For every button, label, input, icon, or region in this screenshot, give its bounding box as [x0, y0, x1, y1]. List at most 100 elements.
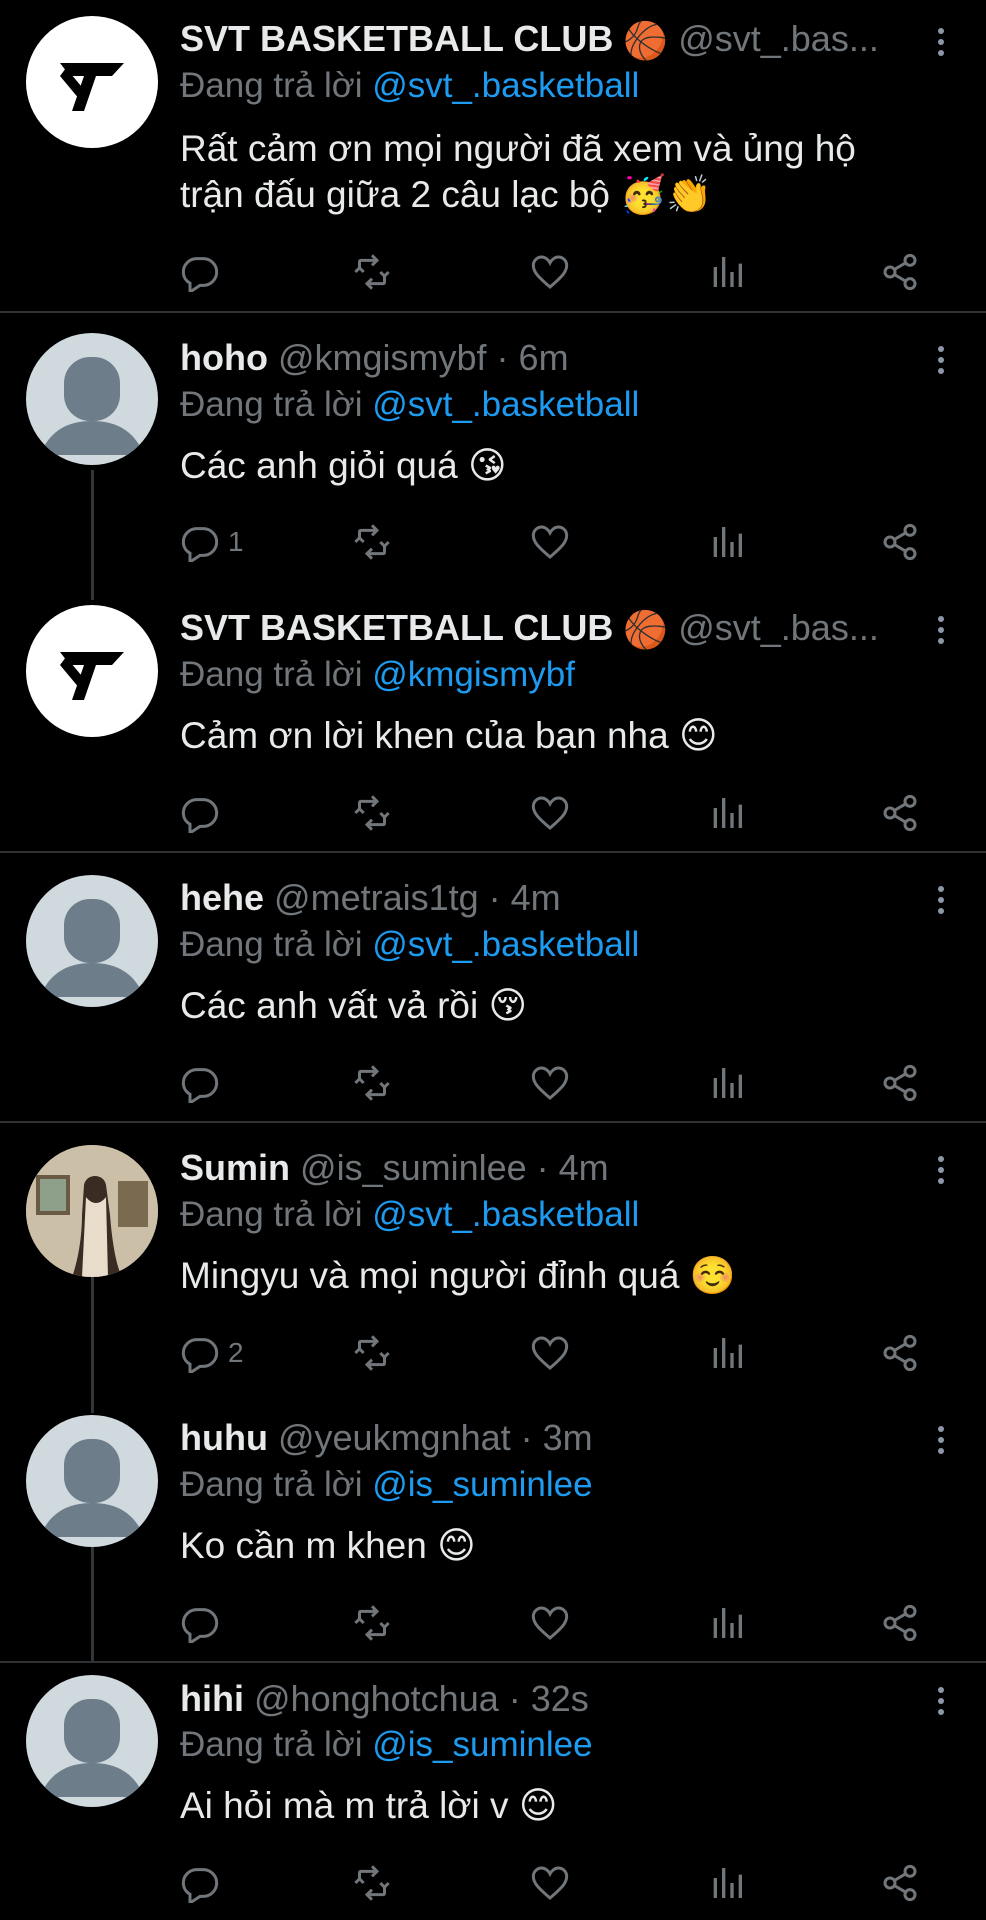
avatar[interactable] — [26, 605, 158, 737]
mention-link[interactable]: @is_suminlee — [372, 1465, 592, 1504]
views-button[interactable] — [707, 1331, 747, 1375]
tweet[interactable]: SVT BASKETBALL CLUB 🏀 @svt_.bas... Đang … — [0, 583, 986, 851]
mention-link[interactable]: @svt_.basketball — [372, 925, 639, 964]
share-button[interactable] — [880, 520, 920, 564]
more-options-icon[interactable] — [936, 886, 946, 920]
reply-button[interactable] — [180, 791, 228, 835]
display-name[interactable]: hihi — [180, 1678, 244, 1719]
handle[interactable]: @kmgismybf · 6m — [278, 337, 569, 378]
views-button[interactable] — [707, 1601, 747, 1645]
share-button[interactable] — [880, 1331, 920, 1375]
reply-count: 1 — [228, 526, 244, 557]
mention-link[interactable]: @is_suminlee — [372, 1725, 592, 1764]
retweet-button[interactable] — [352, 1061, 392, 1105]
reply-button[interactable]: 2 — [180, 1331, 244, 1375]
views-button[interactable] — [707, 791, 747, 835]
tweet[interactable]: hoho @kmgismybf · 6m Đang trả lời @svt_.… — [0, 313, 986, 600]
share-button[interactable] — [880, 1601, 920, 1645]
mention-link[interactable]: @svt_.basketball — [372, 66, 639, 105]
tweet[interactable]: SVT BASKETBALL CLUB 🏀 @svt_.bas... Đang … — [0, 0, 986, 310]
like-button[interactable] — [530, 250, 570, 294]
avatar[interactable] — [26, 333, 158, 465]
handle[interactable]: @yeukmgnhat · 3m — [278, 1417, 593, 1458]
tweet[interactable]: Sumin @is_suminlee · 4m Đang trả lời @sv… — [0, 1123, 986, 1413]
like-button[interactable] — [530, 1601, 570, 1645]
avatar[interactable] — [26, 1145, 158, 1277]
display-name[interactable]: Sumin — [180, 1147, 290, 1188]
tweet[interactable]: hihi @honghotchua · 32s Đang trả lời @is… — [0, 1663, 986, 1920]
share-button[interactable] — [880, 250, 920, 294]
views-button[interactable] — [707, 520, 747, 564]
like-icon — [531, 255, 569, 289]
retweet-button[interactable] — [352, 1331, 392, 1375]
handle[interactable]: @svt_.bas... — [678, 18, 879, 59]
display-name[interactable]: SVT BASKETBALL CLUB — [180, 18, 613, 59]
more-options-icon[interactable] — [936, 616, 946, 650]
reply-icon — [181, 1868, 219, 1903]
handle[interactable]: @is_suminlee · 4m — [300, 1147, 609, 1188]
share-button[interactable] — [880, 1861, 920, 1905]
like-icon — [531, 1336, 569, 1370]
handle[interactable]: @metrais1tg · 4m — [274, 877, 561, 918]
reply-button[interactable] — [180, 1061, 228, 1105]
mention-link[interactable]: @svt_.basketball — [372, 385, 639, 424]
reply-icon — [181, 1068, 219, 1103]
views-button[interactable] — [707, 250, 747, 294]
avatar[interactable] — [26, 875, 158, 1007]
retweet-button[interactable] — [352, 1601, 392, 1645]
more-options-icon[interactable] — [936, 346, 946, 380]
action-bar — [180, 1061, 940, 1105]
views-button[interactable] — [707, 1861, 747, 1905]
like-button[interactable] — [530, 791, 570, 835]
reply-icon — [181, 798, 219, 833]
retweet-button[interactable] — [352, 250, 392, 294]
reply-button[interactable] — [180, 1861, 228, 1905]
tweet-header: SVT BASKETBALL CLUB 🏀 @svt_.bas... — [180, 17, 916, 61]
like-button[interactable] — [530, 520, 570, 564]
reply-button[interactable]: 1 — [180, 520, 244, 564]
avatar[interactable] — [26, 16, 158, 148]
retweet-icon — [354, 524, 390, 560]
share-button[interactable] — [880, 791, 920, 835]
display-name[interactable]: hehe — [180, 877, 264, 918]
like-button[interactable] — [530, 1861, 570, 1905]
retweet-button[interactable] — [352, 791, 392, 835]
replying-to: Đang trả lời @svt_.basketball — [180, 1193, 639, 1237]
replying-to: Đang trả lời @is_suminlee — [180, 1463, 593, 1507]
reply-button[interactable] — [180, 1601, 228, 1645]
more-options-icon[interactable] — [936, 28, 946, 62]
views-icon — [713, 798, 742, 828]
handle[interactable]: @svt_.bas... — [678, 607, 879, 648]
like-button[interactable] — [530, 1331, 570, 1375]
reply-icon — [181, 1608, 219, 1643]
tweet[interactable]: hehe @metrais1tg · 4m Đang trả lời @svt_… — [0, 853, 986, 1121]
tweet-text: Các anh vất vả rồi 😚 — [180, 985, 528, 1026]
views-icon — [713, 1338, 742, 1368]
more-options-icon[interactable] — [936, 1687, 946, 1721]
share-button[interactable] — [880, 1061, 920, 1105]
retweet-button[interactable] — [352, 520, 392, 564]
like-button[interactable] — [530, 1061, 570, 1105]
more-options-icon[interactable] — [936, 1156, 946, 1190]
reply-button[interactable] — [180, 250, 228, 294]
views-icon — [713, 527, 742, 557]
retweet-button[interactable] — [352, 1861, 392, 1905]
display-name[interactable]: huhu — [180, 1417, 268, 1458]
tweet-header: Sumin @is_suminlee · 4m — [180, 1146, 916, 1190]
action-bar — [180, 791, 940, 835]
display-name[interactable]: hoho — [180, 337, 268, 378]
display-name[interactable]: SVT BASKETBALL CLUB — [180, 607, 613, 648]
avatar[interactable] — [26, 1415, 158, 1547]
avatar[interactable] — [26, 1675, 158, 1807]
mention-link[interactable]: @svt_.basketball — [372, 1195, 639, 1234]
replying-to: Đang trả lời @kmgismybf — [180, 653, 575, 697]
tweet-header: SVT BASKETBALL CLUB 🏀 @svt_.bas... — [180, 606, 916, 650]
replying-to: Đang trả lời @is_suminlee — [180, 1723, 593, 1767]
more-options-icon[interactable] — [936, 1426, 946, 1460]
mention-link[interactable]: @kmgismybf — [372, 655, 575, 694]
handle[interactable]: @honghotchua · 32s — [254, 1678, 589, 1719]
tweet[interactable]: huhu @yeukmgnhat · 3m Đang trả lời @is_s… — [0, 1393, 986, 1661]
like-icon — [531, 1606, 569, 1640]
default-avatar-icon — [40, 357, 144, 455]
views-button[interactable] — [707, 1061, 747, 1105]
